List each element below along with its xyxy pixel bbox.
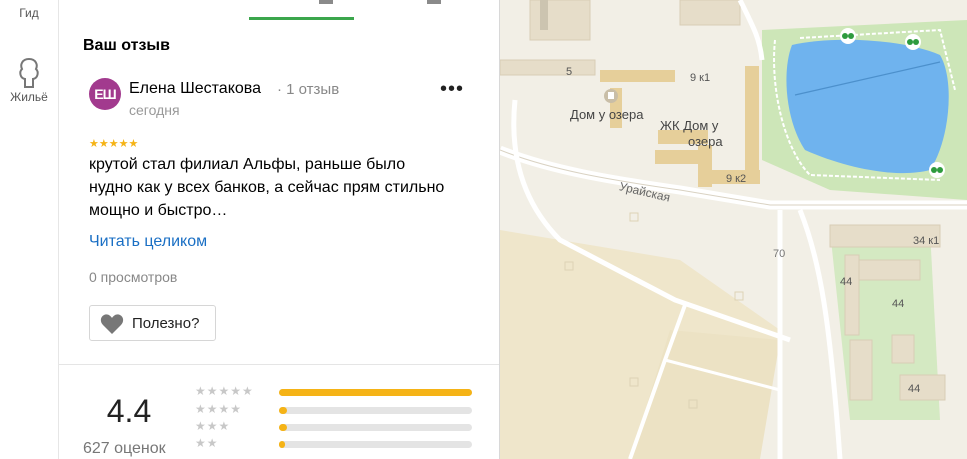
building <box>849 339 873 401</box>
map-label-house: 5 <box>566 66 572 78</box>
building-yellow <box>745 66 759 182</box>
building-yellow <box>655 150 705 164</box>
map-label-house: 9 к1 <box>690 72 710 84</box>
distribution-track <box>279 441 472 448</box>
rail-item-guide[interactable]: Гид <box>0 6 58 20</box>
divider <box>59 364 499 365</box>
distribution-fill <box>279 407 287 414</box>
left-rail: Гид Жильё <box>0 0 59 459</box>
map[interactable]: 5 9 к1 Дом у озера ЖК Дом у озера 9 к2 У… <box>500 0 967 459</box>
rating-count: 627 оценок <box>83 440 166 457</box>
distribution-stars: ★★★★★ <box>195 384 254 398</box>
tab-indicator-stub <box>319 0 333 4</box>
map-label-house: 44 <box>840 276 852 288</box>
rail-housing-label: Жильё <box>10 90 48 104</box>
distribution-track <box>279 407 472 414</box>
building <box>891 334 915 364</box>
distribution-track <box>279 424 472 431</box>
distribution-stars: ★★ <box>195 436 219 450</box>
place-icon[interactable] <box>604 89 618 103</box>
review-text: крутой стал филиал Альфы, раньше было ну… <box>89 156 445 219</box>
views-count: 0 просмотров <box>89 269 178 285</box>
distribution-fill <box>279 441 285 448</box>
building <box>844 254 860 336</box>
tab-indicator-stub-2 <box>427 0 441 4</box>
building <box>500 59 596 76</box>
distribution-track <box>279 389 472 396</box>
helpful-label: Полезно? <box>132 315 200 332</box>
review-stars: ★★★★★ <box>89 138 139 150</box>
rail-guide-label: Гид <box>19 6 39 20</box>
heart-icon <box>100 314 124 334</box>
map-label-place[interactable]: ЖК Дом у <box>660 118 719 133</box>
more-dots-icon[interactable]: ••• <box>440 79 468 104</box>
map-label-house: 9 к2 <box>726 173 746 185</box>
distribution-fill <box>279 424 287 431</box>
building <box>849 259 921 281</box>
map-label-house: 70 <box>773 248 785 260</box>
binoculars-icon[interactable] <box>905 34 921 50</box>
building <box>899 374 946 401</box>
author-review-count: · 1 отзыв <box>277 81 340 98</box>
map-label-house: 44 <box>908 383 920 395</box>
section-title: Ваш отзыв <box>83 37 170 54</box>
map-label-place[interactable]: Дом у озера <box>570 107 644 122</box>
map-label-place[interactable]: озера <box>688 134 723 149</box>
distribution-stars: ★★★★ <box>195 402 243 416</box>
rating-value: 4.4 <box>106 393 152 429</box>
avatar[interactable]: ЕШ <box>89 78 121 110</box>
building-yellow <box>600 70 675 82</box>
building <box>529 0 591 41</box>
housing-icon <box>19 57 39 88</box>
review-date: сегодня <box>129 102 180 118</box>
helpful-button[interactable]: Полезно? <box>89 305 216 341</box>
map-label-house: 44 <box>892 298 904 310</box>
distribution-fill <box>279 389 472 396</box>
active-tab-underline <box>249 17 354 20</box>
review-panel: Ваш отзыв ЕШ Елена Шестакова · 1 отзыв с… <box>59 0 500 459</box>
author-name[interactable]: Елена Шестакова <box>129 80 261 98</box>
map-label-house: 34 к1 <box>913 235 939 247</box>
distribution-stars: ★★★ <box>195 419 231 433</box>
rail-item-housing[interactable]: Жильё <box>0 56 58 104</box>
building <box>679 0 741 26</box>
read-more-link[interactable]: Читать целиком <box>89 233 207 251</box>
building-dark <box>540 0 548 30</box>
binoculars-icon[interactable] <box>929 162 945 178</box>
binoculars-icon[interactable] <box>840 28 856 44</box>
